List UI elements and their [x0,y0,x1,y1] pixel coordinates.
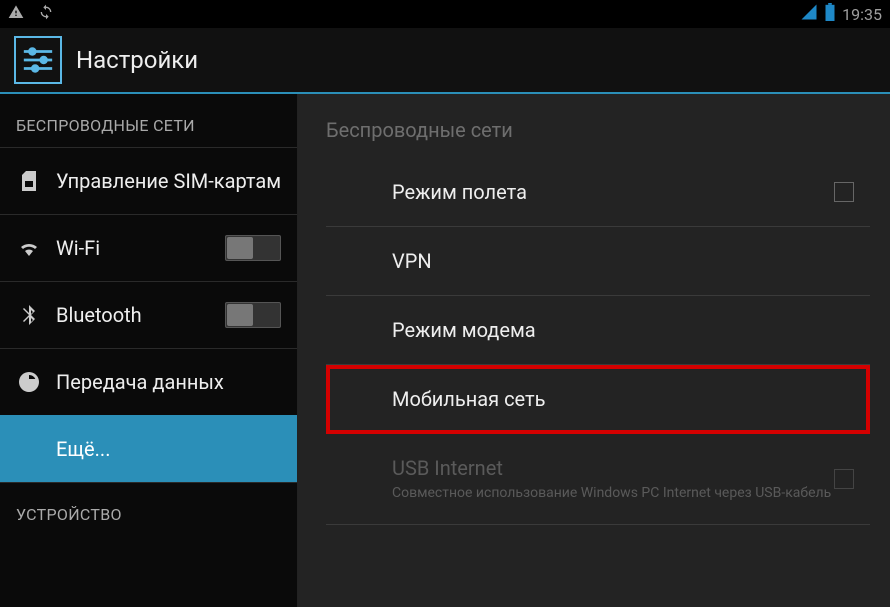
sidebar-item-label: Bluetooth [56,303,211,327]
sidebar-item-sim[interactable]: Управление SIM-картам [0,147,297,214]
detail-item-mobile[interactable]: Мобильная сеть [326,365,870,434]
status-right: 19:35 [800,3,882,25]
sync-icon [38,4,54,24]
status-bar: 19:35 [0,0,890,28]
sidebar-item-data[interactable]: Передача данных [0,348,297,415]
section-header-wireless: БЕСПРОВОДНЫЕ СЕТИ [0,94,297,147]
sidebar: БЕСПРОВОДНЫЕ СЕТИ Управление SIM-картам … [0,94,298,607]
sidebar-item-label: Ещё... [56,437,281,461]
airplane-checkbox[interactable] [834,182,854,202]
usb-checkbox [834,469,854,489]
title-bar: Настройки [0,28,890,94]
status-left [8,4,54,24]
detail-item-label: Режим полета [392,180,854,204]
detail-item-tethering[interactable]: Режим модема [326,296,870,365]
detail-item-airplane[interactable]: Режим полета [326,158,870,227]
sidebar-item-bluetooth[interactable]: Bluetooth [0,281,297,348]
clock-text: 19:35 [842,5,882,24]
detail-header: Беспроводные сети [298,94,890,158]
detail-item-vpn[interactable]: VPN [326,227,870,296]
sidebar-item-more[interactable]: Ещё... [0,415,297,482]
sidebar-item-label: Передача данных [56,370,281,394]
page-title: Настройки [76,46,198,74]
detail-item-usb: USB Internet Совместное использование Wi… [326,434,870,525]
detail-item-label: USB Internet [392,456,854,480]
sidebar-item-wifi[interactable]: Wi-Fi [0,214,297,281]
warning-icon [8,4,24,24]
detail-item-label: VPN [392,249,854,273]
spacer-icon [16,436,42,462]
data-usage-icon [16,369,42,395]
detail-item-label: Режим модема [392,318,854,342]
detail-item-sub: Совместное использование Windows PC Inte… [392,484,854,502]
signal-icon [800,3,818,25]
sidebar-item-label: Управление SIM-картам [56,169,281,193]
content: БЕСПРОВОДНЫЕ СЕТИ Управление SIM-картам … [0,94,890,607]
sim-icon [16,168,42,194]
section-header-device: УСТРОЙСТВО [0,482,297,536]
bluetooth-icon [16,302,42,328]
detail-item-label: Мобильная сеть [392,387,854,411]
battery-icon [824,3,836,25]
sidebar-item-label: Wi-Fi [56,236,211,260]
wifi-icon [16,235,42,261]
bluetooth-toggle[interactable] [225,302,281,328]
settings-icon[interactable] [14,36,62,84]
detail-pane: Беспроводные сети Режим полета VPN Режим… [298,94,890,607]
wifi-toggle[interactable] [225,235,281,261]
